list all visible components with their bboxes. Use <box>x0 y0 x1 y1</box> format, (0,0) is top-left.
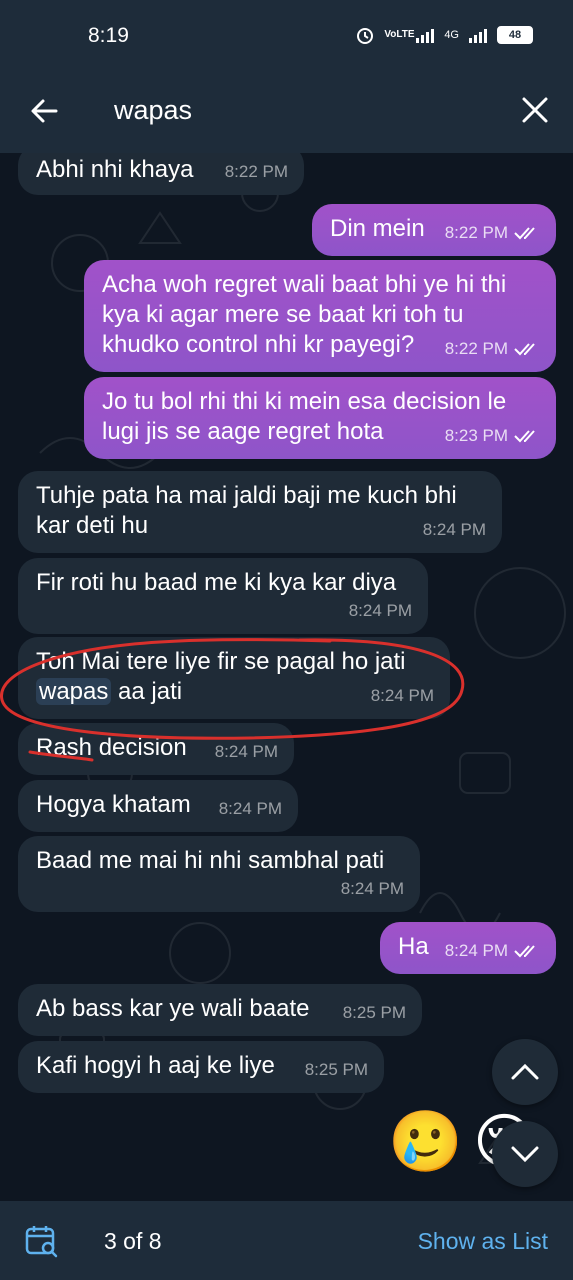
calendar-search-icon[interactable] <box>24 1223 60 1259</box>
time-text: 8:25 PM <box>342 1003 406 1022</box>
close-icon[interactable] <box>520 95 550 125</box>
search-header: wapas <box>0 75 573 153</box>
message-time: 8:24 PM <box>423 515 486 545</box>
time-text: 8:24 PM <box>348 601 412 620</box>
sticker-emoji[interactable]: 🥲 <box>388 1107 463 1177</box>
search-highlight: wapas <box>36 678 112 705</box>
message-text: Tuhje pata ha mai jaldi baji me kuch bhi… <box>36 482 457 539</box>
volte-label: VoLTE <box>384 29 415 40</box>
time-text: 8:24 PM <box>444 941 508 960</box>
alarm-icon <box>357 28 374 44</box>
message-text: Ha <box>398 933 429 960</box>
message-outgoing[interactable]: Ha 8:24 PM <box>380 922 556 974</box>
double-check-icon <box>514 430 535 443</box>
search-input[interactable]: wapas <box>114 95 192 126</box>
network-label: 4G <box>444 29 459 41</box>
message-outgoing[interactable]: Jo tu bol rhi thi ki mein esa decision l… <box>84 377 556 459</box>
message-time: 8:24 PM <box>349 596 412 626</box>
message-time: 8:22 PM <box>445 334 540 364</box>
message-text: Din mein <box>330 215 425 242</box>
message-text: Kafi hogyi h aaj ke liye <box>36 1052 275 1079</box>
message-time: 8:24 PM <box>371 681 434 711</box>
status-icons: VoLTE 4G 48 <box>356 26 533 44</box>
message-text: Toh Mai tere liye fir se pagal ho jati <box>36 648 406 675</box>
double-check-icon <box>514 945 535 958</box>
search-bottom-bar: 3 of 8 Show as List <box>0 1201 573 1280</box>
message-incoming[interactable]: Fir roti hu baad me ki kya kar diya 8:24… <box>18 558 428 634</box>
message-time: 8:24 PM <box>445 936 540 966</box>
chevron-up-icon <box>511 1063 539 1080</box>
time-text: 8:24 PM <box>422 520 486 539</box>
scroll-down-button[interactable] <box>492 1121 558 1187</box>
show-as-list-button[interactable]: Show as List <box>418 1228 548 1255</box>
status-time: 8:19 <box>88 24 129 47</box>
double-check-icon <box>514 343 535 356</box>
message-incoming[interactable]: Baad me mai hi nhi sambhal pati 8:24 PM <box>18 836 420 912</box>
chat-area: Abhi nhi khaya 8:22 PM Din mein 8:22 PM … <box>0 153 573 1201</box>
message-time: 8:25 PM <box>343 998 406 1028</box>
time-text: 8:24 PM <box>218 799 282 818</box>
result-counter: 3 of 8 <box>104 1228 162 1254</box>
status-bar: 8:19 VoLTE 4G 48 <box>0 0 573 75</box>
message-time: 8:22 PM <box>225 157 288 187</box>
message-time: 8:22 PM <box>445 218 540 248</box>
scroll-up-button[interactable] <box>492 1039 558 1105</box>
time-text: 8:22 PM <box>444 339 508 358</box>
message-text: Fir roti hu baad me ki kya kar diya <box>36 569 397 596</box>
time-text: 8:24 PM <box>370 686 434 705</box>
message-incoming[interactable]: Abhi nhi khaya 8:22 PM <box>18 153 304 195</box>
message-time: 8:25 PM <box>305 1055 368 1085</box>
message-incoming[interactable]: Ab bass kar ye wali baate 8:25 PM <box>18 984 422 1036</box>
message-text: Abhi nhi khaya <box>36 156 194 183</box>
message-incoming[interactable]: Kafi hogyi h aaj ke liye 8:25 PM <box>18 1041 384 1093</box>
message-incoming[interactable]: Tuhje pata ha mai jaldi baji me kuch bhi… <box>18 471 502 553</box>
message-incoming[interactable]: Hogya khatam 8:24 PM <box>18 780 298 832</box>
time-text: 8:23 PM <box>444 426 508 445</box>
signal-icon <box>416 27 435 43</box>
message-text-after: aa jati <box>111 678 183 705</box>
double-check-icon <box>514 227 535 240</box>
message-time: 8:24 PM <box>341 874 404 904</box>
message-outgoing[interactable]: Din mein 8:22 PM <box>312 204 556 256</box>
message-time: 8:24 PM <box>215 737 278 767</box>
message-incoming[interactable]: Rash decision 8:24 PM <box>18 723 294 775</box>
signal-icon-2 <box>469 27 487 43</box>
message-time: 8:24 PM <box>219 794 282 824</box>
message-outgoing[interactable]: Acha woh regret wali baat bhi ye hi thi … <box>84 260 556 372</box>
battery-icon: 48 <box>497 26 533 44</box>
message-time: 8:23 PM <box>445 421 540 451</box>
time-text: 8:25 PM <box>304 1060 368 1079</box>
time-text: 8:24 PM <box>340 879 404 898</box>
chevron-down-icon <box>511 1146 539 1163</box>
message-text: Hogya khatam <box>36 791 191 818</box>
back-arrow-icon[interactable] <box>28 95 60 127</box>
message-incoming-search-result[interactable]: Toh Mai tere liye fir se pagal ho jati w… <box>18 637 450 719</box>
message-text: Baad me mai hi nhi sambhal pati <box>36 847 385 874</box>
message-text: Rash decision <box>36 734 187 761</box>
time-text: 8:24 PM <box>214 742 278 761</box>
time-text: 8:22 PM <box>444 223 508 242</box>
message-text: Ab bass kar ye wali baate <box>36 995 310 1022</box>
time-text: 8:22 PM <box>224 162 288 181</box>
